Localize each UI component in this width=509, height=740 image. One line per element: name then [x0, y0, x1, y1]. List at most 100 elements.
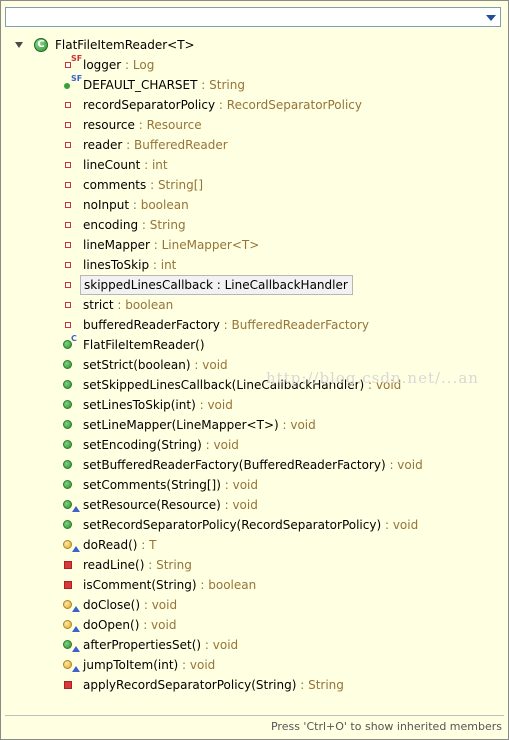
- member-type: void: [232, 478, 259, 492]
- view-menu-chevron-down-icon[interactable]: [486, 15, 496, 21]
- outline-item-text: setBufferedReaderFactory(BufferedReaderF…: [83, 458, 423, 472]
- outline-item[interactable]: setBufferedReaderFactory(BufferedReaderF…: [59, 455, 423, 475]
- outline-item[interactable]: SF DEFAULT_CHARSET : String: [59, 74, 245, 95]
- outline-item[interactable]: applyRecordSeparatorPolicy(String) : Str…: [59, 675, 344, 695]
- public-override-method-icon: [59, 635, 83, 655]
- private-static-final-field-icon: SF: [59, 54, 83, 75]
- outline-item[interactable]: linesToSkip : int: [59, 255, 176, 275]
- type-separator: :: [201, 638, 213, 652]
- outline-item-text: FlatFileItemReader(): [83, 338, 205, 352]
- member-type: String: [149, 218, 186, 232]
- private-field-icon: [59, 195, 83, 215]
- public-method-icon: [59, 415, 83, 435]
- member-type: Log: [132, 58, 155, 72]
- constructor-icon: C: [59, 334, 83, 355]
- outline-item[interactable]: lineMapper : LineMapper<T>: [59, 235, 259, 255]
- member-type: LineMapper<T>: [161, 238, 260, 252]
- member-name: noInput: [83, 198, 130, 212]
- outline-item-text: noInput : boolean: [83, 198, 189, 212]
- outline-item[interactable]: skippedLinesCallback : LineCallbackHandl…: [59, 275, 353, 295]
- outline-item[interactable]: setEncoding(String) : void: [59, 435, 239, 455]
- outline-item[interactable]: lineCount : int: [59, 155, 168, 175]
- outline-item[interactable]: isComment(String) : boolean: [59, 575, 256, 595]
- member-type: void: [189, 658, 216, 672]
- type-separator: :: [113, 298, 126, 312]
- outline-item[interactable]: setComments(String[]) : void: [59, 475, 258, 495]
- outline-item[interactable]: noInput : boolean: [59, 195, 189, 215]
- expand-twisty-icon[interactable]: [15, 42, 23, 48]
- outline-item[interactable]: reader : BufferedReader: [59, 135, 228, 155]
- public-method-icon: [59, 455, 83, 475]
- outline-item[interactable]: setLinesToSkip(int) : void: [59, 395, 233, 415]
- protected-override-method-icon: [59, 595, 83, 615]
- outline-item[interactable]: jumpToItem(int) : void: [59, 655, 215, 675]
- outline-item[interactable]: setLineMapper(LineMapper<T>) : void: [59, 415, 316, 435]
- outline-item[interactable]: recordSeparatorPolicy : RecordSeparatorP…: [59, 95, 362, 115]
- outline-item[interactable]: readLine() : String: [59, 555, 192, 575]
- private-method-icon: [59, 675, 83, 695]
- outline-item[interactable]: setRecordSeparatorPolicy(RecordSeparator…: [59, 515, 418, 535]
- outline-item-text: isComment(String) : boolean: [83, 578, 256, 592]
- outline-item[interactable]: resource : Resource: [59, 115, 202, 135]
- member-name: afterPropertiesSet(): [83, 638, 202, 652]
- public-method-icon: [59, 375, 83, 395]
- outline-item-text: setLineMapper(LineMapper<T>) : void: [83, 418, 316, 432]
- type-separator: :: [149, 258, 161, 272]
- member-type: void: [207, 398, 233, 412]
- outline-item-text: recordSeparatorPolicy : RecordSeparatorP…: [83, 98, 362, 112]
- outline-item-text: setResource(Resource) : void: [83, 498, 258, 512]
- type-separator: :: [178, 658, 190, 672]
- outline-item[interactable]: setResource(Resource) : void: [59, 495, 258, 515]
- tree-root-class[interactable]: C FlatFileItemReader<T>: [15, 35, 195, 55]
- member-name: doRead(): [83, 538, 138, 552]
- outline-item-text: encoding : String: [83, 218, 186, 232]
- outline-item-text: resource : Resource: [83, 118, 202, 132]
- outline-item-text: bufferedReaderFactory : BufferedReaderFa…: [83, 318, 369, 332]
- member-type: void: [232, 498, 258, 512]
- member-name: setRecordSeparatorPolicy(RecordSeparator…: [83, 518, 382, 532]
- outline-item[interactable]: doOpen() : void: [59, 615, 176, 635]
- outline-item[interactable]: strict : boolean: [59, 295, 173, 315]
- outline-item[interactable]: setStrict(boolean) : void: [59, 355, 228, 375]
- protected-override-method-icon: [59, 615, 83, 635]
- outline-item-text: doOpen() : void: [83, 618, 176, 632]
- type-separator: :: [381, 518, 393, 532]
- member-type: boolean: [140, 198, 189, 212]
- member-name: jumpToItem(int): [83, 658, 179, 672]
- member-name: setLinesToSkip(int): [83, 398, 196, 412]
- outline-item[interactable]: doClose() : void: [59, 595, 177, 615]
- member-name: doOpen(): [83, 618, 140, 632]
- protected-override-method-icon: [59, 535, 83, 555]
- member-name: encoding: [83, 218, 139, 232]
- public-method-icon: [59, 475, 83, 495]
- member-name: reader: [83, 138, 123, 152]
- outline-item-text: reader : BufferedReader: [83, 138, 228, 152]
- type-separator: :: [144, 558, 157, 572]
- protected-override-method-icon: [59, 655, 83, 675]
- outline-item[interactable]: comments : String[]: [59, 175, 203, 195]
- filter-input[interactable]: [6, 8, 484, 26]
- member-type: void: [213, 438, 239, 452]
- outline-item[interactable]: doRead() : T: [59, 535, 157, 555]
- private-method-icon: [59, 555, 83, 575]
- type-separator: :: [129, 198, 141, 212]
- outline-item[interactable]: C FlatFileItemReader(): [59, 334, 205, 355]
- outline-item-text: doClose() : void: [83, 598, 177, 612]
- filter-field[interactable]: [5, 7, 501, 27]
- private-field-icon: [59, 135, 83, 155]
- member-type: int: [160, 258, 177, 272]
- type-separator: :: [197, 78, 210, 92]
- member-type: void: [151, 598, 178, 612]
- member-name: setLineMapper(LineMapper<T>): [83, 418, 279, 432]
- outline-item[interactable]: SF logger : Log: [59, 54, 155, 75]
- member-name: bufferedReaderFactory: [83, 318, 220, 332]
- outline-item-text: doRead() : T: [83, 538, 157, 552]
- outline-item-text: lineMapper : LineMapper<T>: [83, 238, 259, 252]
- outline-item[interactable]: encoding : String: [59, 215, 186, 235]
- private-field-icon: [59, 215, 83, 235]
- outline-item[interactable]: bufferedReaderFactory : BufferedReaderFa…: [59, 315, 369, 335]
- outline-item-text: setStrict(boolean) : void: [83, 358, 228, 372]
- member-name: setEncoding(String): [83, 438, 202, 452]
- member-name: isComment(String): [83, 578, 197, 592]
- outline-item[interactable]: afterPropertiesSet() : void: [59, 635, 238, 655]
